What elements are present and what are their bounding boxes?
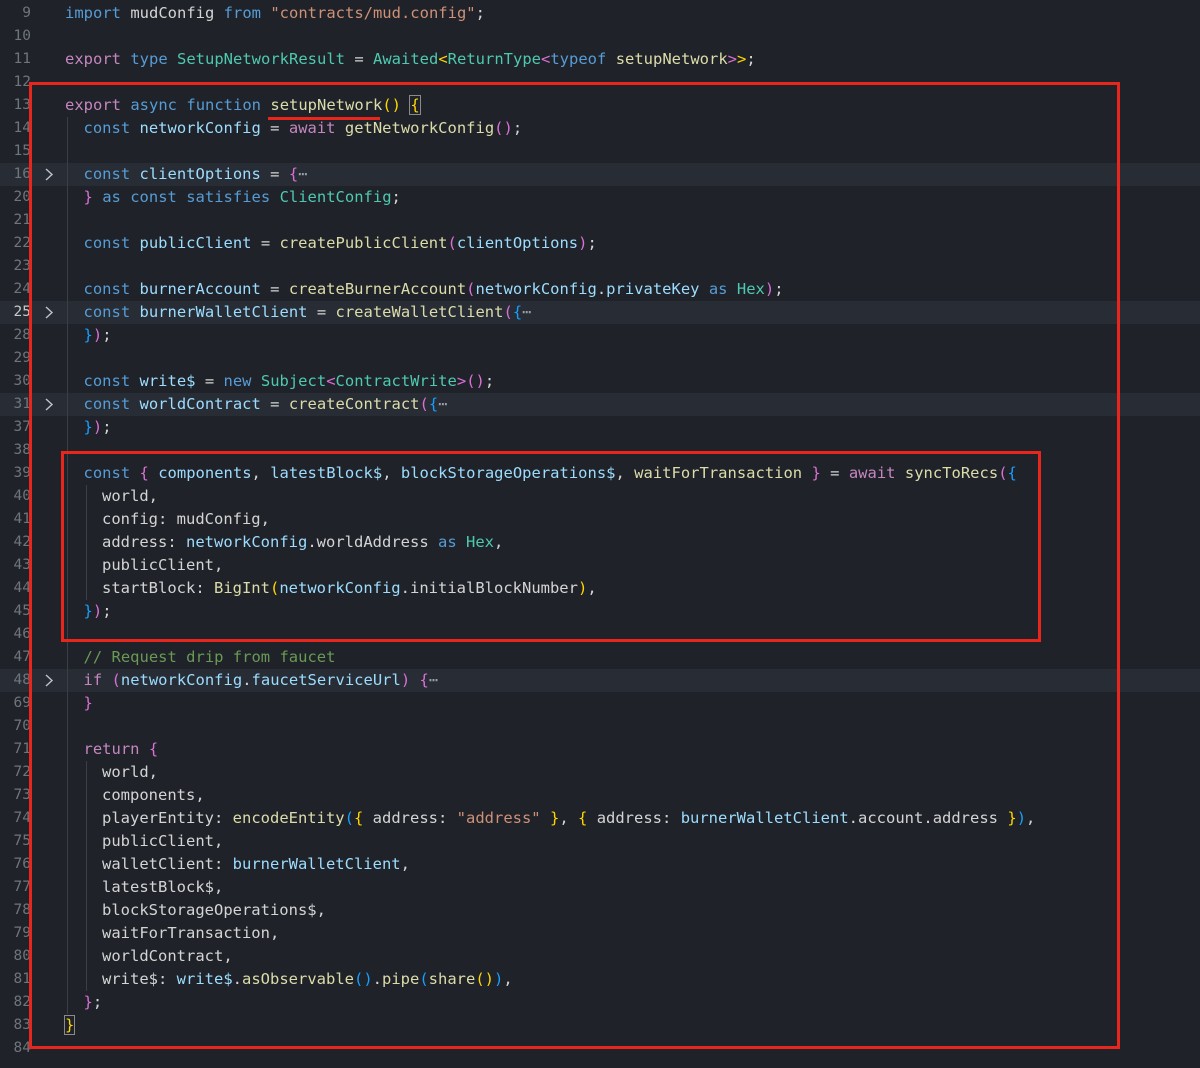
line-number: 79 [13,925,31,941]
line-number: 20 [13,189,31,205]
line-number: 12 [13,74,31,90]
line-number: 75 [13,833,31,849]
code-token: < [541,50,551,68]
code-token: typeof [550,50,607,68]
line-number: 46 [13,626,31,642]
line-number: 31 [13,396,31,412]
code-token: > [737,50,747,68]
line-number: 71 [13,741,31,757]
line-number: 40 [13,488,31,504]
code-line[interactable]: 11 export type SetupNetworkResult = Await… [0,48,1200,71]
line-number: 70 [13,718,31,734]
line-number: 42 [13,534,31,550]
line-number: 25 [13,304,31,320]
line-number: 29 [13,350,31,366]
line-number: 74 [13,810,31,826]
line-number: 30 [13,373,31,389]
line-number: 48 [13,672,31,688]
line-number: 73 [13,787,31,803]
line-number: 22 [13,235,31,251]
line-number: 44 [13,580,31,596]
line-number: 10 [13,28,31,44]
line-number: 13 [13,97,31,113]
code-line[interactable]: 10 [0,25,1200,48]
line-number: 41 [13,511,31,527]
code-token: < [438,50,448,68]
line-number: 84 [13,1040,31,1056]
line-number: 45 [13,603,31,619]
code-token: mudConfig [121,4,224,22]
line-number: 15 [13,143,31,159]
line-number: 82 [13,994,31,1010]
code-token: from [223,4,261,22]
code-token: export [65,50,121,68]
line-number: 38 [13,442,31,458]
line-number: 23 [13,258,31,274]
code-token: type [130,50,168,68]
code-token: = [345,50,373,68]
line-number: 76 [13,856,31,872]
code-token: > [727,50,738,68]
line-number: 77 [13,879,31,895]
line-number: 80 [13,948,31,964]
line-number: 83 [13,1017,31,1033]
line-number: 47 [13,649,31,665]
code-text: import mudConfig from "contracts/mud.con… [65,2,485,25]
line-number: 21 [13,212,31,228]
line-number: 28 [13,327,31,343]
line-number: 43 [13,557,31,573]
code-line[interactable]: 9 import mudConfig from "contracts/mud.co… [0,2,1200,25]
line-number: 16 [13,166,31,182]
code-token: ; [475,4,485,22]
highlight-box-sync-to-recs [61,451,1041,642]
code-text: export type SetupNetworkResult = Awaited… [65,48,756,71]
code-token: SetupNetworkResult [177,50,345,68]
line-number: 78 [13,902,31,918]
line-number: 69 [13,695,31,711]
line-number: 81 [13,971,31,987]
underline-setup-network [268,117,380,120]
code-token: import [65,4,121,22]
line-number: 37 [13,419,31,435]
code-token: setupNetwork [615,50,728,68]
line-number: 9 [22,5,31,21]
code-token: ; [746,50,756,68]
code-token: Awaited [373,50,439,68]
code-token: "contracts/mud.config" [270,4,476,22]
line-number: 11 [13,51,31,67]
line-number: 14 [13,120,31,136]
line-number: 72 [13,764,31,780]
line-number: 39 [13,465,31,481]
code-token: ReturnType [447,50,541,68]
line-number: 24 [13,281,31,297]
